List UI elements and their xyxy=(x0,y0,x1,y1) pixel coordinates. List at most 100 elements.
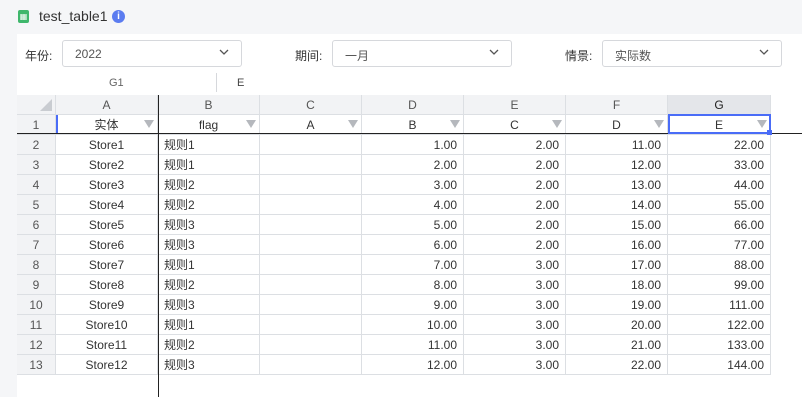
table-cell[interactable]: 15.00 xyxy=(566,215,668,235)
table-cell[interactable]: 22.00 xyxy=(566,355,668,375)
column-header-e[interactable]: E xyxy=(464,95,566,115)
table-cell[interactable]: 22.00 xyxy=(668,135,771,155)
header-cell-b[interactable]: flag xyxy=(158,115,260,135)
table-cell[interactable]: 2.00 xyxy=(464,235,566,255)
table-cell[interactable]: 规则2 xyxy=(158,195,260,215)
table-cell[interactable]: 规则1 xyxy=(158,255,260,275)
table-cell[interactable]: Store10 xyxy=(56,315,158,335)
table-cell[interactable] xyxy=(260,155,362,175)
table-cell[interactable]: Store4 xyxy=(56,195,158,215)
table-cell[interactable] xyxy=(260,315,362,335)
table-cell[interactable]: 14.00 xyxy=(566,195,668,215)
row-header-13[interactable]: 13 xyxy=(17,355,56,375)
table-cell[interactable]: 规则2 xyxy=(158,335,260,355)
table-cell[interactable]: 规则1 xyxy=(158,135,260,155)
table-cell[interactable]: 133.00 xyxy=(668,335,771,355)
fill-handle[interactable] xyxy=(767,130,772,135)
table-cell[interactable]: 规则3 xyxy=(158,295,260,315)
table-cell[interactable]: 66.00 xyxy=(668,215,771,235)
header-cell-a[interactable]: 实体 xyxy=(56,115,158,135)
filter-dropdown-icon[interactable] xyxy=(450,120,460,128)
scenario-select[interactable]: 实际数 xyxy=(602,40,782,67)
table-cell[interactable]: 122.00 xyxy=(668,315,771,335)
table-cell[interactable]: 规则1 xyxy=(158,155,260,175)
table-cell[interactable]: 55.00 xyxy=(668,195,771,215)
row-header-10[interactable]: 10 xyxy=(17,295,56,315)
info-icon[interactable]: i xyxy=(112,10,125,23)
table-cell[interactable]: 7.00 xyxy=(362,255,464,275)
row-header-9[interactable]: 9 xyxy=(17,275,56,295)
table-cell[interactable]: 8.00 xyxy=(362,275,464,295)
table-cell[interactable]: 10.00 xyxy=(362,315,464,335)
table-cell[interactable] xyxy=(260,295,362,315)
table-cell[interactable]: 18.00 xyxy=(566,275,668,295)
table-cell[interactable]: 2.00 xyxy=(464,215,566,235)
table-cell[interactable]: 2.00 xyxy=(464,135,566,155)
row-header-2[interactable]: 2 xyxy=(17,135,56,155)
filter-dropdown-icon[interactable] xyxy=(348,120,358,128)
table-cell[interactable]: 11.00 xyxy=(566,135,668,155)
column-header-c[interactable]: C xyxy=(260,95,362,115)
table-cell[interactable] xyxy=(260,175,362,195)
table-cell[interactable]: 3.00 xyxy=(464,295,566,315)
header-cell-c[interactable]: A xyxy=(260,115,362,135)
table-cell[interactable]: 2.00 xyxy=(464,155,566,175)
table-cell[interactable] xyxy=(260,135,362,155)
table-cell[interactable]: Store2 xyxy=(56,155,158,175)
table-cell[interactable]: Store1 xyxy=(56,135,158,155)
row-header-7[interactable]: 7 xyxy=(17,235,56,255)
period-select[interactable]: 一月 xyxy=(332,40,512,67)
table-cell[interactable]: 111.00 xyxy=(668,295,771,315)
cell-reference[interactable]: G1 xyxy=(109,77,124,89)
table-cell[interactable]: 规则3 xyxy=(158,355,260,375)
table-cell[interactable]: 规则1 xyxy=(158,315,260,335)
row-header-11[interactable]: 11 xyxy=(17,315,56,335)
table-cell[interactable] xyxy=(260,235,362,255)
table-cell[interactable]: 13.00 xyxy=(566,175,668,195)
table-cell[interactable]: 2.00 xyxy=(464,175,566,195)
table-cell[interactable]: 3.00 xyxy=(464,315,566,335)
table-cell[interactable]: 规则3 xyxy=(158,215,260,235)
table-cell[interactable]: 19.00 xyxy=(566,295,668,315)
column-header-b[interactable]: B xyxy=(158,95,260,115)
row-header-5[interactable]: 5 xyxy=(17,195,56,215)
column-header-a[interactable]: A xyxy=(56,95,158,115)
table-cell[interactable]: Store6 xyxy=(56,235,158,255)
filter-dropdown-icon[interactable] xyxy=(654,120,664,128)
table-cell[interactable]: 17.00 xyxy=(566,255,668,275)
table-cell[interactable]: 16.00 xyxy=(566,235,668,255)
row-header-12[interactable]: 12 xyxy=(17,335,56,355)
table-cell[interactable]: 2.00 xyxy=(362,155,464,175)
table-cell[interactable]: 3.00 xyxy=(464,255,566,275)
table-cell[interactable]: 规则2 xyxy=(158,275,260,295)
table-cell[interactable]: 3.00 xyxy=(464,355,566,375)
column-header-d[interactable]: D xyxy=(362,95,464,115)
table-cell[interactable]: 11.00 xyxy=(362,335,464,355)
table-cell[interactable] xyxy=(260,195,362,215)
filter-dropdown-icon[interactable] xyxy=(552,120,562,128)
table-cell[interactable] xyxy=(260,275,362,295)
header-cell-d[interactable]: B xyxy=(362,115,464,135)
row-header-6[interactable]: 6 xyxy=(17,215,56,235)
selected-cell-g1[interactable] xyxy=(668,114,771,134)
table-cell[interactable] xyxy=(260,255,362,275)
table-cell[interactable]: 33.00 xyxy=(668,155,771,175)
table-cell[interactable]: 21.00 xyxy=(566,335,668,355)
table-cell[interactable]: 3.00 xyxy=(362,175,464,195)
column-header-f[interactable]: F xyxy=(566,95,668,115)
table-cell[interactable]: 12.00 xyxy=(566,155,668,175)
row-header-3[interactable]: 3 xyxy=(17,155,56,175)
formula-input[interactable]: E xyxy=(237,77,244,89)
table-cell[interactable]: 规则2 xyxy=(158,175,260,195)
table-cell[interactable]: 2.00 xyxy=(464,195,566,215)
table-cell[interactable]: 规则3 xyxy=(158,235,260,255)
table-cell[interactable]: Store8 xyxy=(56,275,158,295)
table-cell[interactable]: 5.00 xyxy=(362,215,464,235)
table-cell[interactable]: Store5 xyxy=(56,215,158,235)
header-cell-f[interactable]: D xyxy=(566,115,668,135)
table-cell[interactable]: Store11 xyxy=(56,335,158,355)
table-cell[interactable]: 1.00 xyxy=(362,135,464,155)
header-cell-e[interactable]: C xyxy=(464,115,566,135)
table-cell[interactable]: Store3 xyxy=(56,175,158,195)
select-all-corner[interactable] xyxy=(17,95,56,115)
